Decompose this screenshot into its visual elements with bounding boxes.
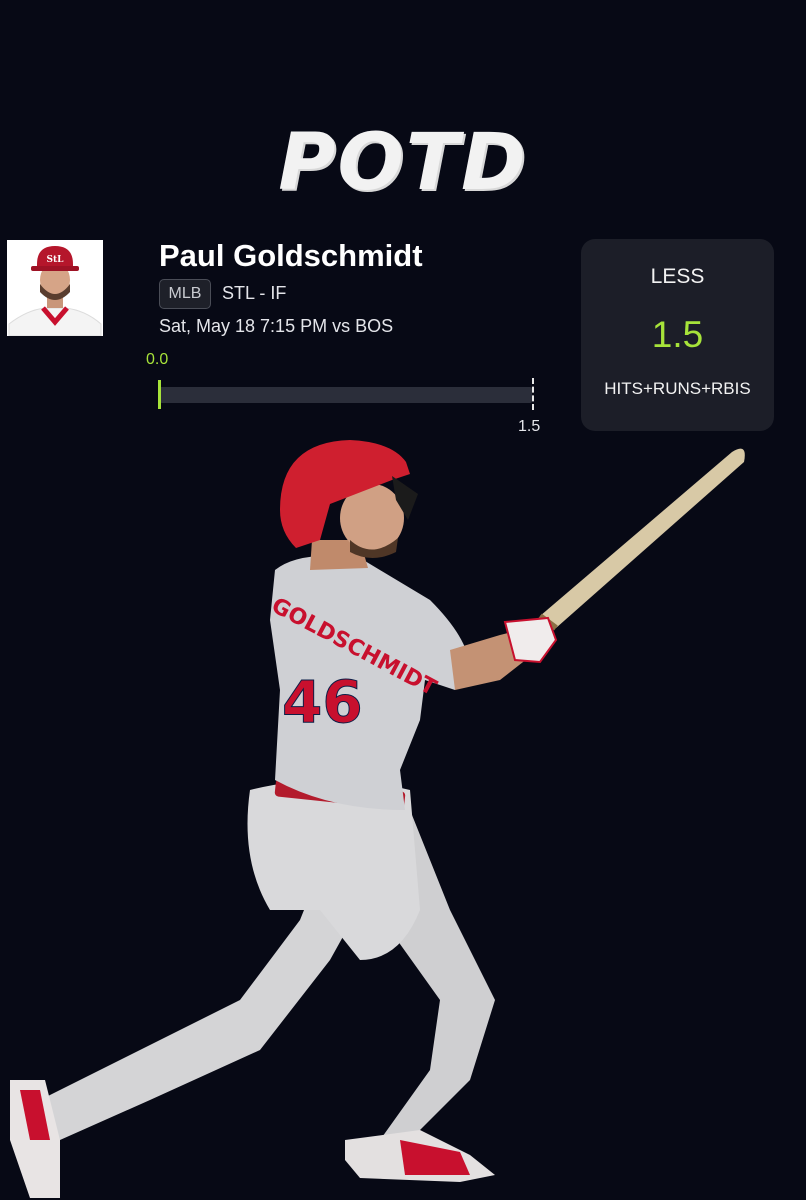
progress-fill-marker xyxy=(158,380,161,409)
progress-current-value: 0.0 xyxy=(146,351,169,368)
team-position: STL - IF xyxy=(222,283,287,303)
player-headshot: StL xyxy=(7,240,103,336)
game-time: Sat, May 18 7:15 PM vs BOS xyxy=(159,316,394,336)
progress-track xyxy=(160,387,532,403)
player-name[interactable]: Paul Goldschmidt xyxy=(159,238,423,274)
bat xyxy=(540,448,745,628)
jersey-number: 46 xyxy=(282,668,363,736)
pick-line: 1.5 xyxy=(651,314,704,355)
progress-target-marker xyxy=(532,378,534,410)
league-badge: MLB xyxy=(159,279,211,309)
progress-target-value: 1.5 xyxy=(518,418,541,435)
pick-direction: LESS xyxy=(650,265,705,288)
pick-stat: HITS+RUNS+RBIS xyxy=(604,379,751,398)
page-title: POTD xyxy=(278,118,528,208)
svg-text:StL: StL xyxy=(47,255,65,265)
player-batting-photo: GOLDSCHMIDT 46 xyxy=(10,440,745,1198)
pick-card[interactable]: LESS 1.5 HITS+RUNS+RBIS xyxy=(581,239,774,431)
